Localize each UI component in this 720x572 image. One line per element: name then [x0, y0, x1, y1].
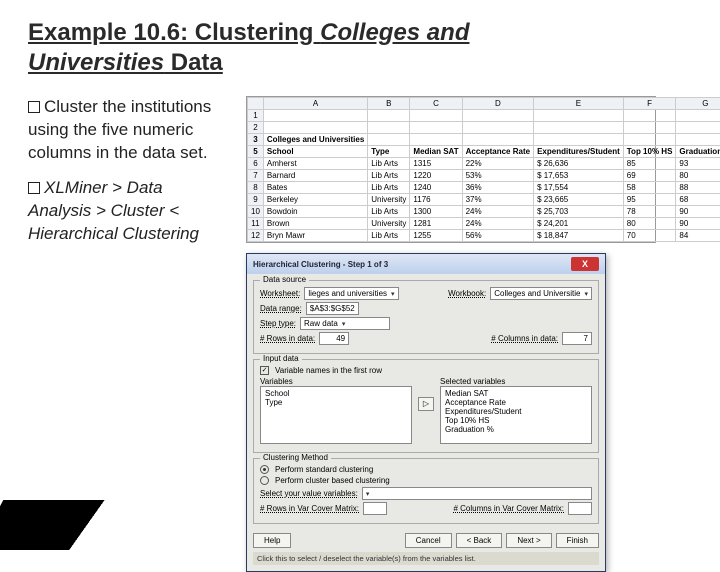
move-right-button[interactable]: ▷ [418, 397, 434, 411]
status-bar: Click this to select / deselect the vari… [253, 552, 599, 565]
workbook-select[interactable]: Colleges and Universitie [490, 287, 592, 300]
steptype-select[interactable]: Raw data [300, 317, 390, 330]
firstrow-checkbox[interactable]: ✓ [260, 366, 269, 375]
variables-listbox[interactable]: SchoolType [260, 386, 412, 444]
cols-input[interactable]: 7 [562, 332, 592, 345]
spreadsheet: ABCDEFG123Colleges and Universities5Scho… [246, 96, 656, 243]
next-button[interactable]: Next > [506, 533, 551, 548]
dialog: Hierarchical Clustering - Step 1 of 3 X … [246, 253, 606, 572]
finish-button[interactable]: Finish [556, 533, 599, 548]
decoration [0, 500, 163, 550]
datarange-input[interactable]: $A$3:$G$52 [306, 302, 359, 315]
back-button[interactable]: < Back [456, 533, 503, 548]
bullet-item: XLMiner > Data Analysis > Cluster < Hier… [28, 177, 228, 246]
close-icon[interactable]: X [571, 257, 599, 271]
cancel-button[interactable]: Cancel [405, 533, 452, 548]
selected-listbox[interactable]: Median SATAcceptance RateExpenditures/St… [440, 386, 592, 444]
dialog-title: Hierarchical Clustering - Step 1 of 3 [253, 260, 388, 269]
slide-title: Example 10.6: Clustering Colleges and Un… [28, 18, 692, 78]
rows-input[interactable]: 49 [319, 332, 349, 345]
bullet-item: Cluster the institutions using the five … [28, 96, 228, 165]
help-button[interactable]: Help [253, 533, 291, 548]
worksheet-select[interactable]: lieges and universities [304, 287, 398, 300]
cluster-radio[interactable] [260, 476, 269, 485]
standard-radio[interactable] [260, 465, 269, 474]
